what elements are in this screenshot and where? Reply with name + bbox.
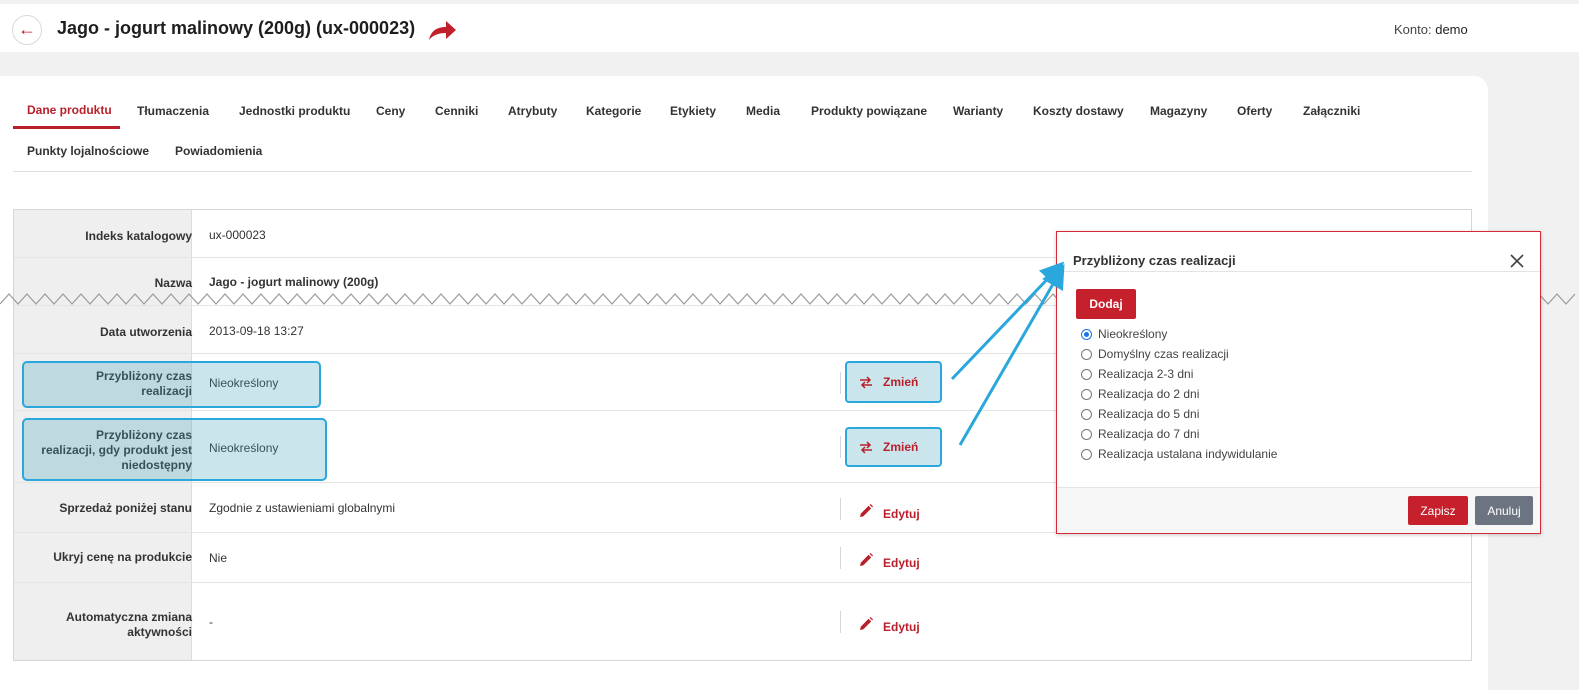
option-2-3-dni[interactable]: Realizacja 2-3 dni [1081,367,1193,381]
edit-ukryj-cene-button[interactable]: Edytuj [859,550,920,570]
add-button[interactable]: Dodaj [1076,289,1136,319]
tab-dane-produktu[interactable]: Dane produktu [27,103,112,117]
row-label-sprzedaz: Sprzedaż poniżej stanu [59,501,192,515]
edit-sprzedaz-button[interactable]: Edytuj [859,501,920,521]
swap-arrows-icon [860,440,872,454]
row-label-automatyczna-zmiana: Automatyczna zmiana aktywności [22,610,192,640]
change-czas-realizacji-niedostepny-button[interactable]: Zmień [845,427,942,467]
cancel-button[interactable]: Anuluj [1475,496,1533,525]
tabs-divider [13,171,1472,172]
action-separator [840,547,841,569]
edit-automatyczna-zmiana-button[interactable]: Edytuj [859,614,920,634]
tab-warianty[interactable]: Warianty [953,104,1003,118]
tab-punkty-lojalnosciowe[interactable]: Punkty lojalnościowe [27,144,149,158]
back-button[interactable]: ← [12,15,42,45]
radio[interactable] [1081,388,1092,400]
close-icon[interactable] [1508,252,1526,270]
tab-atrybuty[interactable]: Atrybuty [508,104,557,118]
radio[interactable] [1081,368,1092,380]
modal-title: Przybliżony czas realizacji [1073,253,1236,268]
radio[interactable] [1081,348,1092,360]
highlight-czas-realizacji-niedostepny [22,418,327,481]
page-title: Jago - jogurt malinowy (200g) (ux-000023… [57,18,416,38]
option-label: Nieokreślony [1098,327,1168,341]
radio[interactable] [1081,448,1092,460]
radio-checked[interactable] [1081,328,1092,340]
tab-kategorie[interactable]: Kategorie [586,104,641,118]
option-label: Realizacja do 7 dni [1098,427,1200,441]
edit-label: Edytuj [883,620,920,634]
tab-koszty-dostawy[interactable]: Koszty dostawy [1033,104,1124,118]
tab-powiadomienia[interactable]: Powiadomienia [175,144,262,158]
arrow-left-icon: ← [18,19,36,39]
tab-jednostki-produktu[interactable]: Jednostki produktu [239,104,350,118]
row-label-indeks: Indeks katalogowy [85,229,192,243]
radio[interactable] [1081,408,1092,420]
tab-zalaczniki[interactable]: Załączniki [1303,104,1360,118]
tab-etykiety[interactable]: Etykiety [670,104,716,118]
row-value-indeks: ux-000023 [209,228,266,242]
option-do-2-dni[interactable]: Realizacja do 2 dni [1081,387,1199,401]
row-divider [14,582,1471,583]
pencil-icon [860,504,873,517]
row-label-ukryj-cene: Ukryj cenę na produkcie [53,550,192,564]
tab-tlumaczenia[interactable]: Tłumaczenia [137,104,209,118]
tab-ceny[interactable]: Ceny [376,104,405,118]
row-value-data-utworzenia: 2013-09-18 13:27 [209,324,304,338]
row-label-nazwa: Nazwa [154,276,192,290]
top-bar: ← Jago - jogurt malinowy (200g) (ux-0000… [0,4,1579,52]
tab-magazyny[interactable]: Magazyny [1150,104,1207,118]
row-value-sprzedaz: Zgodnie z ustawieniami globalnymi [209,501,396,515]
change-label: Zmień [883,375,919,389]
modal-footer: Zapisz Anuluj [1057,487,1540,533]
save-button[interactable]: Zapisz [1408,496,1468,525]
change-czas-realizacji-button[interactable]: Zmień [845,361,942,403]
option-label: Realizacja ustalana indywidulanie [1098,447,1278,461]
change-label: Zmień [883,440,919,454]
account-label: Konto: [1394,22,1432,37]
lead-time-modal: Przybliżony czas realizacji Dodaj Nieokr… [1056,231,1541,534]
option-do-7-dni[interactable]: Realizacja do 7 dni [1081,427,1199,441]
row-label-data-utworzenia: Data utworzenia [99,325,192,339]
tab-oferty[interactable]: Oferty [1237,104,1272,118]
action-separator [840,611,841,633]
pencil-icon [860,617,873,630]
modal-header-divider [1057,271,1540,272]
action-separator [840,436,841,458]
swap-arrows-icon [860,375,872,389]
action-separator [840,498,841,520]
label-line: Automatyczna zmiana [65,610,192,624]
radio[interactable] [1081,428,1092,440]
option-label: Realizacja do 5 dni [1098,407,1200,421]
option-nieokreslony[interactable]: Nieokreślony [1081,327,1167,341]
tab-produkty-powiazane[interactable]: Produkty powiązane [811,104,927,118]
row-value-nazwa: Jago - jogurt malinowy (200g) [209,275,379,289]
row-value-automatyczna-zmiana: - [209,615,213,629]
redo-arrow-icon[interactable] [427,20,457,42]
account-info: Konto: demo [1394,22,1468,37]
option-label: Realizacja do 2 dni [1098,387,1200,401]
pencil-icon [860,553,873,566]
active-tab-indicator [13,126,120,129]
highlight-czas-realizacji [22,361,321,408]
edit-label: Edytuj [883,556,920,570]
option-label: Realizacja 2-3 dni [1098,367,1194,381]
tab-media[interactable]: Media [746,104,780,118]
option-indywidualnie[interactable]: Realizacja ustalana indywidulanie [1081,447,1277,461]
edit-label: Edytuj [883,507,920,521]
account-name[interactable]: demo [1435,22,1468,37]
option-label: Domyślny czas realizacji [1098,347,1229,361]
tab-cenniki[interactable]: Cenniki [435,104,478,118]
option-do-5-dni[interactable]: Realizacja do 5 dni [1081,407,1199,421]
row-value-ukryj-cene: Nie [209,551,228,565]
label-line: aktywności [127,625,192,639]
action-separator [840,372,841,394]
option-domyslny[interactable]: Domyślny czas realizacji [1081,347,1229,361]
